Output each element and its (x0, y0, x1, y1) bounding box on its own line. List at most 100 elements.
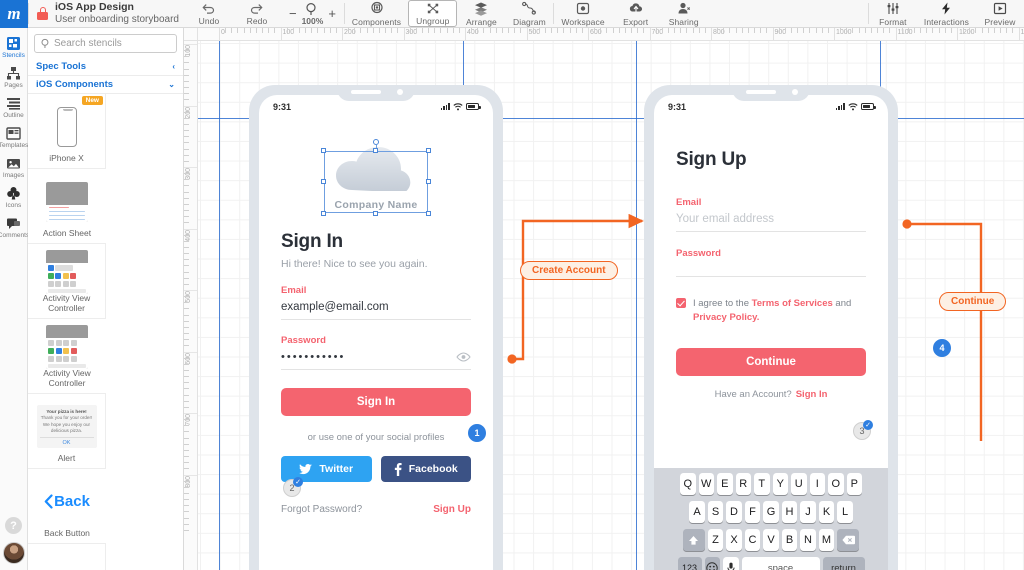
sidebar-item-stencils[interactable]: Stencils (0, 32, 28, 62)
format-button[interactable]: Format (869, 0, 917, 27)
forgot-password-link[interactable]: Forgot Password? (281, 504, 362, 515)
guide-vertical[interactable] (219, 41, 220, 570)
shift-key[interactable] (682, 529, 705, 551)
space-key[interactable]: space (741, 557, 820, 570)
selection-handle[interactable] (373, 148, 378, 153)
mic-key[interactable] (723, 557, 739, 570)
keyboard-key-i[interactable]: I (809, 473, 825, 495)
selection-handle[interactable] (426, 211, 431, 216)
keyboard-key-w[interactable]: W (698, 473, 714, 495)
search-input[interactable] (54, 38, 170, 49)
stencil-item-activity-view-controller-1[interactable]: Activity View Controller (28, 244, 106, 319)
sign-in-button[interactable]: Sign In (281, 388, 471, 416)
selection-handle[interactable] (426, 179, 431, 184)
keyboard-key-c[interactable]: C (744, 529, 761, 551)
selection-handle[interactable] (373, 211, 378, 216)
workspace-button[interactable]: Workspace (554, 0, 611, 27)
artboard-sign-up[interactable]: 9:31 Sign Up Email Your email address Pa… (644, 85, 898, 570)
preview-button[interactable]: Preview (976, 0, 1024, 27)
keyboard-key-g[interactable]: G (763, 501, 779, 523)
connector-label-continue[interactable]: Continue (939, 292, 1007, 311)
keyboard-key-k[interactable]: K (818, 501, 835, 523)
app-logo[interactable]: m (0, 0, 28, 28)
keyboard-key-f[interactable]: F (744, 501, 761, 523)
stencil-item-iphone-x[interactable]: New iPhone X (28, 94, 106, 169)
sidebar-item-outline[interactable]: Outline (0, 92, 28, 122)
keyboard-key-v[interactable]: V (763, 529, 779, 551)
facebook-button[interactable]: Facebook (380, 456, 471, 482)
zoom-out-button[interactable]: − (289, 6, 297, 21)
selection-handle[interactable] (321, 179, 326, 184)
keyboard-key-n[interactable]: N (800, 529, 816, 551)
continue-button[interactable]: Continue (676, 347, 866, 376)
keyboard-key-h[interactable]: H (781, 501, 798, 523)
design-board[interactable]: 9:31 Company Name Sign In Hi there! Nice… (198, 41, 1024, 570)
keyboard-key-t[interactable]: T (754, 473, 770, 495)
privacy-link[interactable]: Privacy Policy. (693, 312, 759, 323)
step-marker-3[interactable]: 3 ✓ (853, 420, 873, 440)
sidebar-item-templates[interactable]: Templates (0, 122, 28, 152)
diagram-button[interactable]: Diagram (505, 0, 553, 27)
keyboard-key-p[interactable]: P (846, 473, 862, 495)
numbers-key[interactable]: 123 (677, 557, 702, 570)
guide-vertical[interactable] (636, 41, 637, 570)
horizontal-ruler[interactable]: 0 100 200 300 400 500 600 700 800 900 1000 1100 1200… (198, 28, 1024, 41)
step-marker-4[interactable]: 4 (933, 339, 951, 357)
password-field[interactable]: ••••••••••• (281, 346, 471, 370)
keyboard-key-a[interactable]: A (689, 501, 705, 523)
keyboard-key-z[interactable]: Z (707, 529, 724, 551)
keyboard-key-l[interactable]: L (837, 501, 853, 523)
keyboard-key-r[interactable]: R (735, 473, 751, 495)
redo-button[interactable]: Redo (233, 0, 281, 27)
sidebar-item-images[interactable]: Images (0, 152, 28, 182)
interactions-button[interactable]: Interactions (917, 0, 976, 27)
ungroup-button[interactable]: Ungroup (408, 0, 458, 27)
components-button[interactable]: Components (345, 0, 408, 27)
stencil-item-back-button[interactable]: Back Back Button (28, 469, 106, 544)
stencil-item-button[interactable]: Button Button (28, 544, 106, 570)
terms-link[interactable]: Terms of Services (752, 298, 833, 309)
keyboard-key-j[interactable]: J (800, 501, 816, 523)
search-box[interactable] (34, 34, 177, 53)
stencil-item-alert[interactable]: Your pizza is here! Thank you for your o… (28, 394, 106, 469)
keyboard-key-u[interactable]: U (791, 473, 807, 495)
stencil-item-activity-view-controller-2[interactable]: Activity View Controller (28, 319, 106, 394)
company-logo[interactable]: Company Name (321, 139, 431, 216)
email-field[interactable]: example@email.com (281, 296, 471, 320)
help-button[interactable]: ? (5, 517, 22, 534)
keyboard-key-q[interactable]: Q (680, 473, 696, 495)
sign-in-link[interactable]: Sign In (796, 389, 828, 400)
stencil-group-ios-components[interactable]: iOS Components ⌄ (28, 76, 183, 94)
stencil-item-action-sheet[interactable]: Action Sheet (28, 169, 106, 244)
step-marker-2[interactable]: 2 ✓ (283, 477, 303, 497)
arrange-button[interactable]: Arrange (457, 0, 505, 27)
undo-button[interactable]: Undo (185, 0, 233, 27)
export-button[interactable]: Export (612, 0, 660, 27)
password-field[interactable] (676, 259, 866, 277)
sidebar-item-icons[interactable]: Icons (0, 182, 28, 212)
keyboard-key-b[interactable]: B (781, 529, 798, 551)
connector-label-create-account[interactable]: Create Account (520, 261, 618, 280)
sign-up-link[interactable]: Sign Up (433, 504, 471, 515)
zoom-in-button[interactable]: + (328, 6, 336, 21)
vertical-ruler[interactable]: 100200300400500600700800 (184, 41, 198, 570)
artboard-sign-in[interactable]: 9:31 Company Name Sign In Hi there! Nice… (249, 85, 503, 570)
keyboard-key-d[interactable]: D (726, 501, 742, 523)
keyboard-key-o[interactable]: O (828, 473, 844, 495)
return-key[interactable]: return (822, 557, 865, 570)
keyboard-key-x[interactable]: X (726, 529, 742, 551)
keyboard-key-m[interactable]: M (818, 529, 835, 551)
keyboard-key-s[interactable]: S (707, 501, 724, 523)
avatar[interactable] (2, 542, 25, 564)
email-field[interactable]: Your email address (676, 208, 866, 232)
selection-handle[interactable] (321, 148, 326, 153)
keyboard-key-y[interactable]: Y (772, 473, 788, 495)
sidebar-item-comments[interactable]: Comments (0, 212, 29, 242)
stencil-group-spec-tools[interactable]: Spec Tools ‹ (28, 58, 183, 76)
backspace-key[interactable] (837, 529, 860, 551)
selection-handle[interactable] (321, 211, 326, 216)
step-marker-1[interactable]: 1 (468, 424, 486, 442)
keyboard-key-e[interactable]: E (717, 473, 733, 495)
sidebar-item-pages[interactable]: Pages (0, 62, 28, 92)
sharing-button[interactable]: Sharing (660, 0, 708, 27)
